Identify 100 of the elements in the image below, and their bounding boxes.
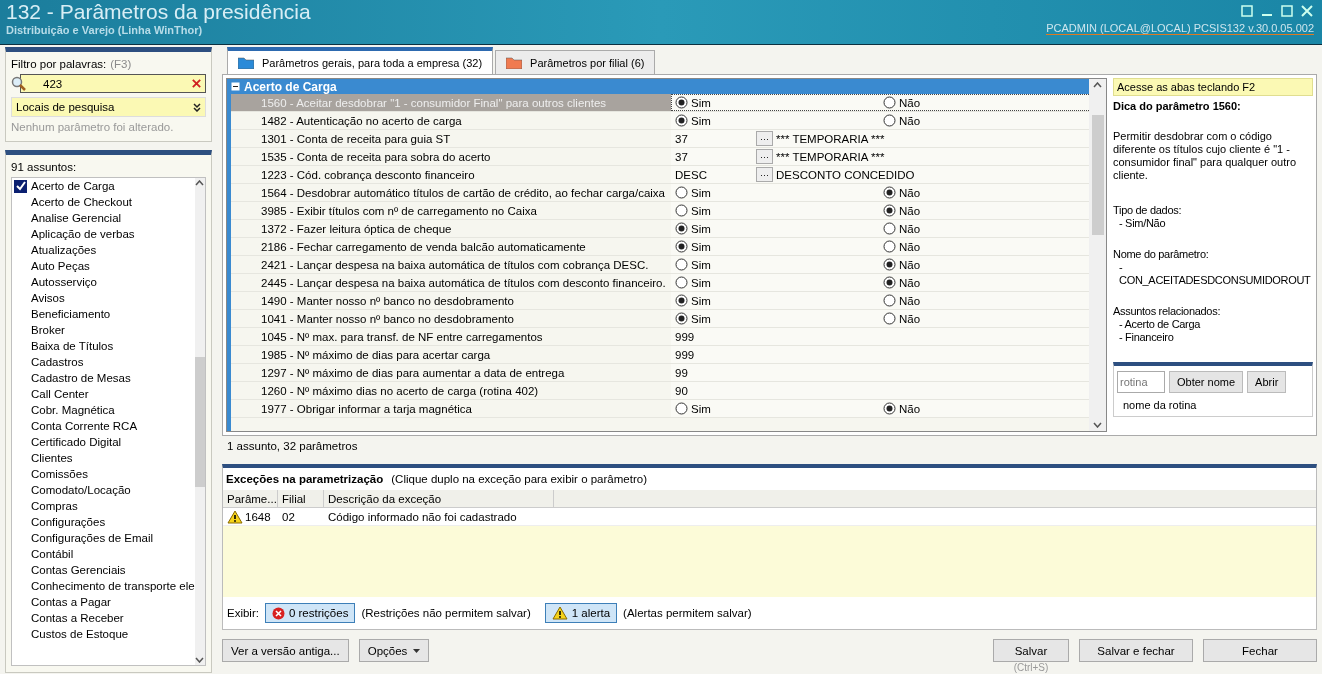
lookup-button[interactable]: ··· xyxy=(756,149,773,164)
parameter-label[interactable]: 3985 - Exibir títulos com nº de carregamento no Caixa xyxy=(261,204,537,217)
parameter-label[interactable]: 1301 - Conta de receita para guia ST xyxy=(261,132,451,145)
column-header[interactable]: Descrição da exceção xyxy=(324,490,554,507)
scrollbar-thumb[interactable] xyxy=(194,356,205,487)
tab[interactable]: Parâmetros por filial (6) xyxy=(495,50,656,74)
subject-item[interactable]: Contábil xyxy=(31,548,74,560)
radio-button[interactable] xyxy=(675,114,688,127)
radio-button[interactable] xyxy=(675,258,688,271)
parameter-label[interactable]: 2445 - Lançar despesa na baixa automática de títulos com desconto financeiro. xyxy=(261,276,666,289)
close-button[interactable]: Fechar xyxy=(1203,639,1317,662)
subject-item[interactable]: Clientes xyxy=(31,452,73,464)
subject-item[interactable]: Auto Peças xyxy=(31,260,90,272)
subject-item[interactable]: Acerto de Checkout xyxy=(31,196,132,208)
subject-item[interactable]: Contas a Pagar xyxy=(31,596,111,608)
locations-dropdown[interactable]: Locais de pesquisa xyxy=(11,97,206,117)
radio-button[interactable] xyxy=(883,312,896,325)
maximize-icon[interactable] xyxy=(1280,4,1294,18)
lookup-button[interactable]: ··· xyxy=(756,167,773,182)
radio-button[interactable] xyxy=(675,186,688,199)
subject-item[interactable]: Analise Gerencial xyxy=(31,212,122,224)
radio-button[interactable] xyxy=(883,402,896,415)
parameter-label[interactable]: 1564 - Desdobrar automático títulos de cartão de crédito, ao fechar carga/caixa xyxy=(261,186,665,199)
radio-button[interactable] xyxy=(675,312,688,325)
subject-item[interactable]: Broker xyxy=(31,324,65,336)
search-field[interactable]: 423 xyxy=(20,74,206,93)
radio-button[interactable] xyxy=(675,276,688,289)
tab[interactable]: Parâmetros gerais, para toda a empresa (32) xyxy=(227,47,494,74)
collapse-icon[interactable] xyxy=(231,82,240,91)
subject-item[interactable]: Certificado Digital xyxy=(31,436,122,448)
parameter-label[interactable]: 1490 - Manter nosso nº banco no desdobramento xyxy=(261,294,514,307)
get-name-button[interactable]: Obter nome xyxy=(1169,371,1244,393)
column-header[interactable]: Parâme... xyxy=(223,490,278,507)
radio-button[interactable] xyxy=(883,114,896,127)
parameter-label[interactable]: 1260 - Nº máximo dias no acerto de carga (rotina 402) xyxy=(261,384,539,397)
parameter-label[interactable]: 1297 - Nº máximo de dias para aumentar a data de entrega xyxy=(261,366,565,379)
subject-item[interactable]: Conta Corrente RCA xyxy=(31,420,138,432)
scrollbar[interactable] xyxy=(194,178,205,665)
parameter-label[interactable]: 1482 - Autenticação no acerto de carga xyxy=(261,114,462,127)
subject-item[interactable]: Custos de Estoque xyxy=(31,628,129,640)
radio-button[interactable] xyxy=(675,222,688,235)
routine-field[interactable]: rotina xyxy=(1117,371,1165,393)
radio-button[interactable] xyxy=(883,276,896,289)
subject-item[interactable]: Beneficiamento xyxy=(31,308,111,320)
column-header[interactable]: Filial xyxy=(278,490,324,507)
parameter-label[interactable]: 1985 - Nº máximo de dias para acertar carga xyxy=(261,348,491,361)
radio-button[interactable] xyxy=(883,204,896,217)
radio-button[interactable] xyxy=(675,240,688,253)
lookup-button[interactable]: ··· xyxy=(756,131,773,146)
radio-button[interactable] xyxy=(883,240,896,253)
subject-item[interactable]: Acerto de Carga xyxy=(31,180,115,192)
save-close-button[interactable]: Salvar e fechar xyxy=(1079,639,1193,662)
radio-button[interactable] xyxy=(883,258,896,271)
restore-icon[interactable] xyxy=(1240,4,1254,18)
clear-icon[interactable] xyxy=(191,78,202,89)
parameter-label[interactable]: 1045 - Nº max. para transf. de NF entre carregamentos xyxy=(261,330,543,343)
subject-item[interactable]: Cobr. Magnética xyxy=(31,404,115,416)
options-button[interactable]: Opções xyxy=(358,639,430,662)
subject-item[interactable]: Baixa de Títulos xyxy=(31,340,114,352)
subject-item[interactable]: Avisos xyxy=(31,292,65,304)
parameter-label[interactable]: 1223 - Cód. cobrança desconto financeiro xyxy=(261,168,475,181)
old-version-button[interactable]: Ver a versão antiga... xyxy=(222,639,349,662)
subject-item[interactable]: Autosserviço xyxy=(31,276,97,288)
subject-item[interactable]: Contas a Receber xyxy=(31,612,124,624)
subject-item[interactable]: Configurações xyxy=(31,516,106,528)
alerts-toggle[interactable]: 1 alerta xyxy=(544,603,618,623)
open-button[interactable]: Abrir xyxy=(1247,371,1287,393)
subject-item[interactable]: Atualizações xyxy=(31,244,97,256)
subject-item[interactable]: Cadastro de Mesas xyxy=(31,372,131,384)
restrictions-toggle[interactable]: 0 restrições xyxy=(264,603,356,623)
subject-item[interactable]: Cadastros xyxy=(31,356,84,368)
subject-item[interactable]: Aplicação de verbas xyxy=(31,228,135,240)
parameter-label[interactable]: 2186 - Fechar carregamento de venda balcão automaticamente xyxy=(261,240,586,253)
radio-button[interactable] xyxy=(675,204,688,217)
parameter-label[interactable]: 1041 - Manter nosso nº banco no desdobramento xyxy=(261,312,514,325)
subject-item[interactable]: Contas Gerenciais xyxy=(31,564,126,576)
parameter-label[interactable]: 2421 - Lançar despesa na baixa automática de títulos com cobrança DESC. xyxy=(261,258,649,271)
subject-item[interactable]: Compras xyxy=(31,500,78,512)
subject-item[interactable]: Configurações de Email xyxy=(31,532,154,544)
subject-item[interactable]: Comodato/Locação xyxy=(31,484,131,496)
radio-button[interactable] xyxy=(883,294,896,307)
checkbox[interactable] xyxy=(14,179,27,193)
subject-item[interactable]: Conhecimento de transporte ele xyxy=(31,580,195,592)
radio-button[interactable] xyxy=(675,96,688,109)
scrollbar[interactable] xyxy=(1089,79,1106,431)
parameter-label[interactable]: 1535 - Conta de receita para sobra do acerto xyxy=(261,150,491,163)
radio-button[interactable] xyxy=(675,294,688,307)
radio-button[interactable] xyxy=(883,186,896,199)
radio-button[interactable] xyxy=(883,96,896,109)
parameter-label[interactable]: 1372 - Fazer leitura óptica de cheque xyxy=(261,222,452,235)
radio-button[interactable] xyxy=(883,222,896,235)
scrollbar-thumb[interactable] xyxy=(1091,115,1104,235)
option-label: Não xyxy=(899,204,921,217)
save-button[interactable]: Salvar xyxy=(993,639,1069,662)
radio-button[interactable] xyxy=(675,402,688,415)
value-text: 999 xyxy=(675,348,696,361)
close-icon[interactable] xyxy=(1300,4,1314,18)
subject-item[interactable]: Call Center xyxy=(31,388,89,400)
subject-item[interactable]: Comissões xyxy=(31,468,88,480)
parameter-label[interactable]: 1977 - Obrigar informar a tarja magnética xyxy=(261,402,472,415)
